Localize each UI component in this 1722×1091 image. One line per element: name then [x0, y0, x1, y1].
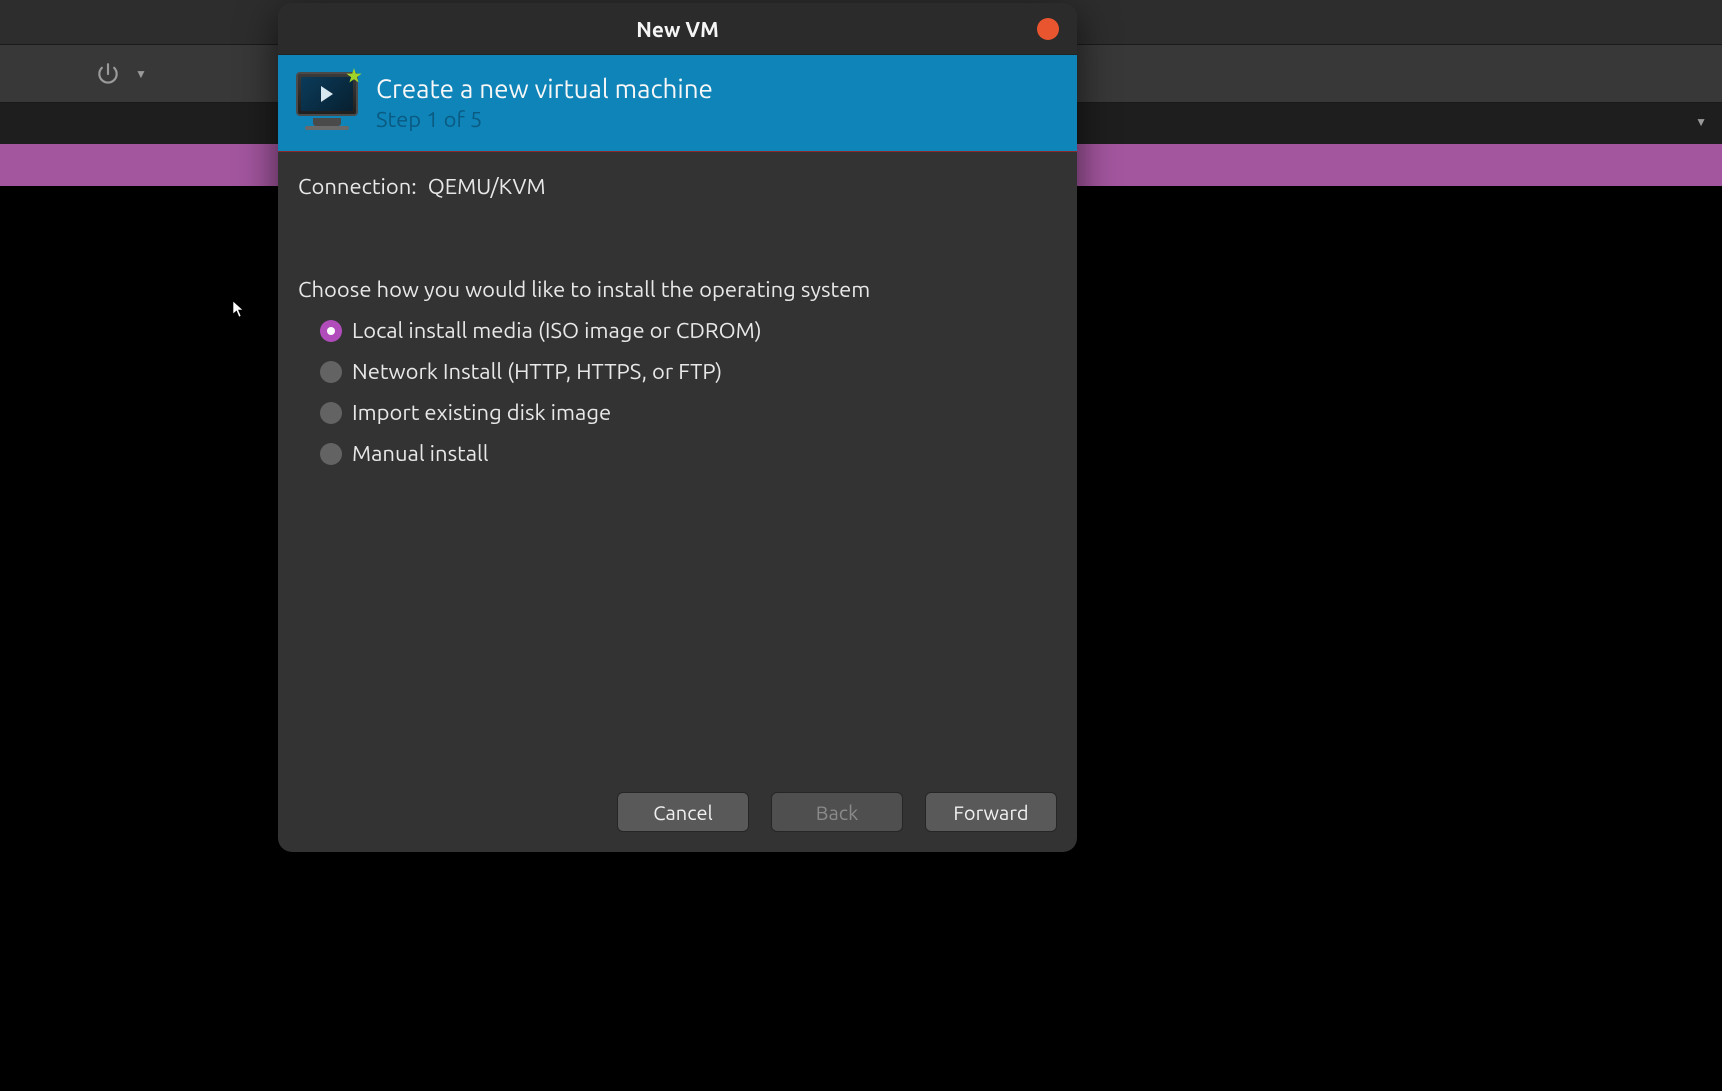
radio-label: Manual install: [352, 441, 489, 466]
radio-label: Local install media (ISO image or CDROM): [352, 318, 762, 343]
expand-chevron-icon[interactable]: ▼: [1695, 115, 1707, 129]
radio-icon: [320, 402, 342, 424]
dropdown-arrow-icon[interactable]: ▼: [135, 67, 147, 81]
cancel-button[interactable]: Cancel: [617, 792, 749, 832]
install-choice-heading: Choose how you would like to install the…: [298, 277, 1057, 302]
dialog-button-row: Cancel Back Forward: [278, 774, 1077, 852]
power-icon[interactable]: [95, 61, 121, 87]
close-button[interactable]: [1037, 18, 1059, 40]
connection-row: Connection: QEMU/KVM: [298, 174, 1057, 199]
radio-manual-install[interactable]: Manual install: [320, 441, 1057, 466]
radio-import-disk-image[interactable]: Import existing disk image: [320, 400, 1057, 425]
dialog-title: New VM: [636, 17, 719, 41]
vm-monitor-icon: [296, 72, 358, 134]
forward-button[interactable]: Forward: [925, 792, 1057, 832]
radio-local-install-media[interactable]: Local install media (ISO image or CDROM): [320, 318, 1057, 343]
install-method-group: Local install media (ISO image or CDROM)…: [298, 318, 1057, 466]
dialog-titlebar[interactable]: New VM: [278, 3, 1077, 55]
radio-icon: [320, 361, 342, 383]
wizard-step-label: Step 1 of 5: [376, 107, 713, 132]
new-vm-dialog: New VM Create a new virtual machine Step…: [278, 3, 1077, 852]
radio-icon: [320, 443, 342, 465]
wizard-title: Create a new virtual machine: [376, 74, 713, 103]
radio-label: Import existing disk image: [352, 400, 611, 425]
radio-icon: [320, 320, 342, 342]
connection-value: QEMU/KVM: [428, 174, 546, 199]
back-button[interactable]: Back: [771, 792, 903, 832]
connection-label: Connection:: [298, 174, 417, 199]
dialog-content: Connection: QEMU/KVM Choose how you woul…: [278, 152, 1077, 774]
radio-network-install[interactable]: Network Install (HTTP, HTTPS, or FTP): [320, 359, 1057, 384]
radio-label: Network Install (HTTP, HTTPS, or FTP): [352, 359, 722, 384]
wizard-header: Create a new virtual machine Step 1 of 5: [278, 55, 1077, 152]
